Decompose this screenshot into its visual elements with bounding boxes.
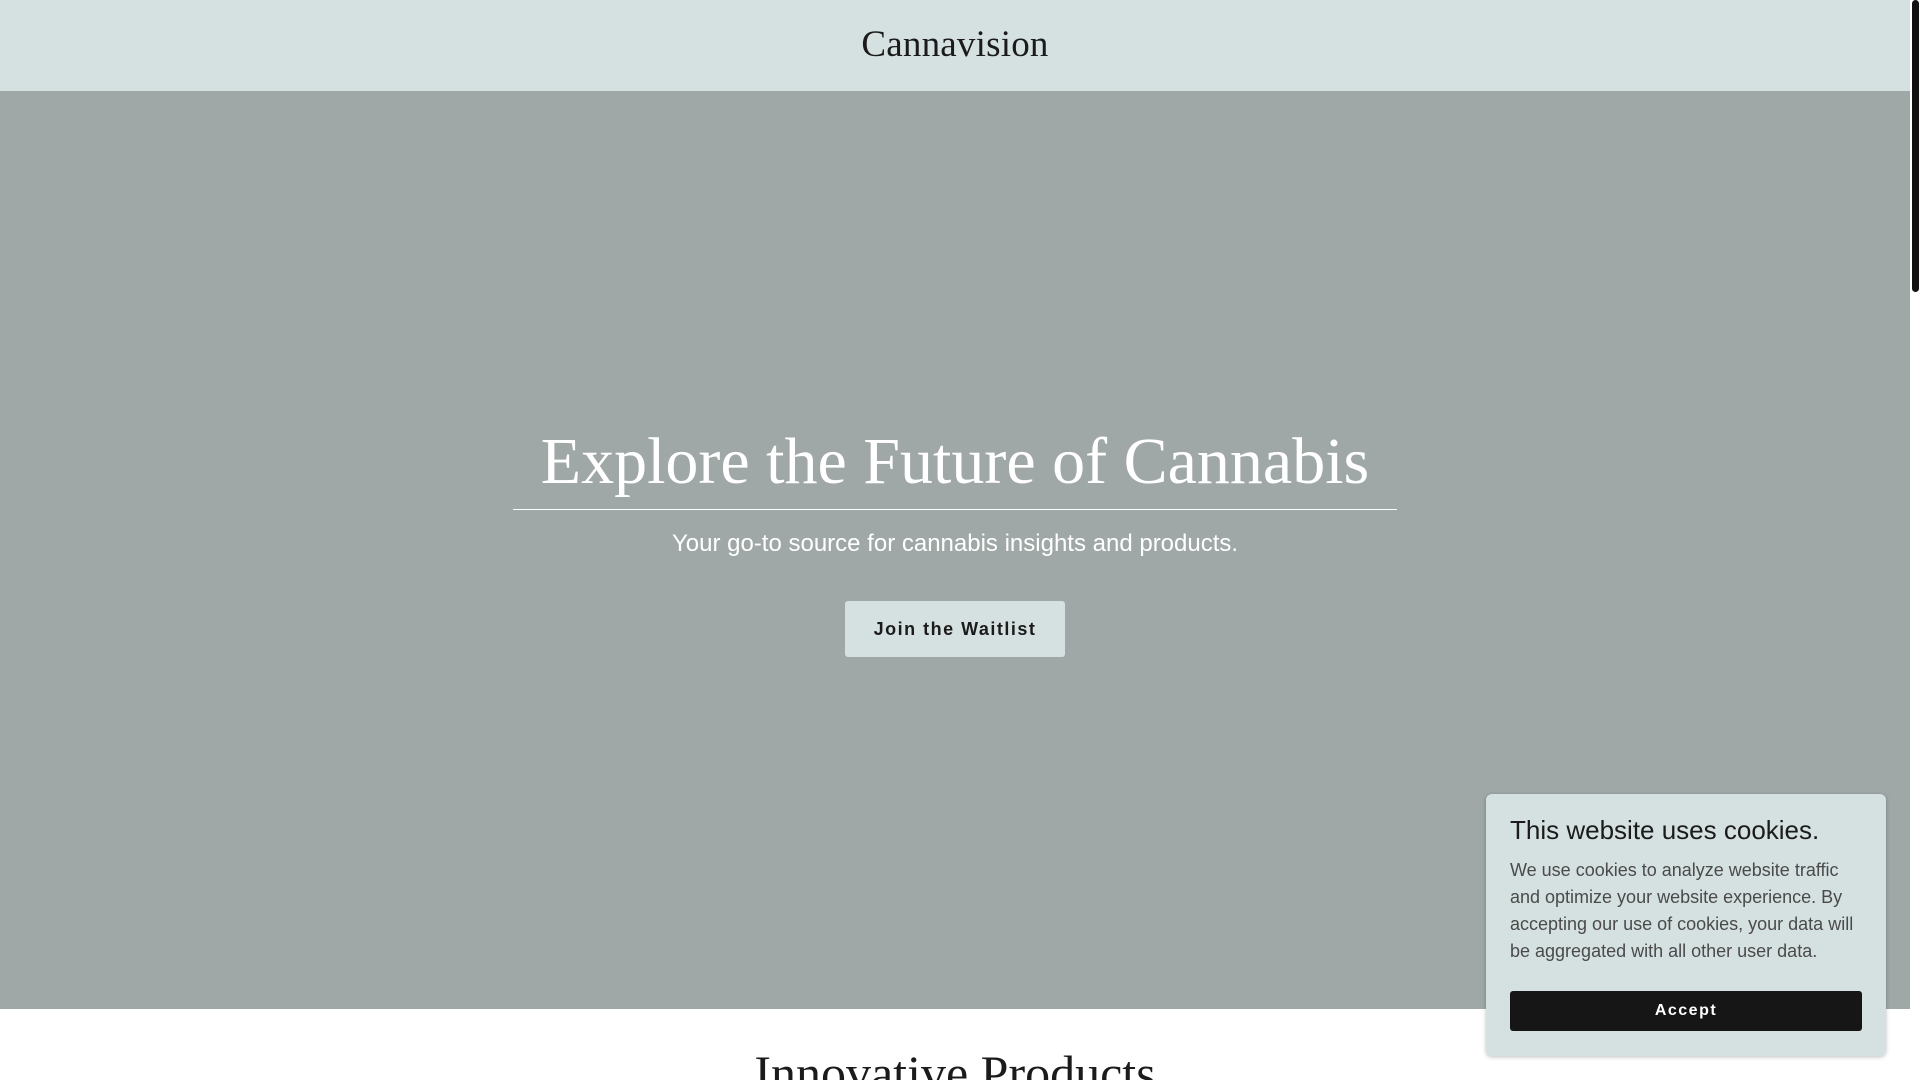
join-waitlist-button[interactable]: Join the Waitlist xyxy=(845,601,1065,657)
cookie-banner-title: This website uses cookies. xyxy=(1510,815,1820,845)
hero-title: Explore the Future of Cannabis xyxy=(512,429,1398,510)
site-title[interactable]: Cannavision xyxy=(861,23,1048,66)
cookie-banner-text: We use cookies to analyze website traffi… xyxy=(1510,859,1854,961)
scrollbar-thumb[interactable] xyxy=(1912,0,1919,292)
hero-content: Explore the Future of Cannabis Your go-t… xyxy=(0,429,1910,657)
hero-subtitle: Your go-to source for cannabis insights … xyxy=(671,530,1239,557)
cookie-banner: This website uses cookies. We use cookie… xyxy=(1486,794,1886,1056)
vertical-scrollbar[interactable] xyxy=(1910,0,1920,1080)
site-header: Cannavision xyxy=(0,0,1910,91)
accept-cookies-button[interactable]: Accept xyxy=(1510,990,1862,1031)
